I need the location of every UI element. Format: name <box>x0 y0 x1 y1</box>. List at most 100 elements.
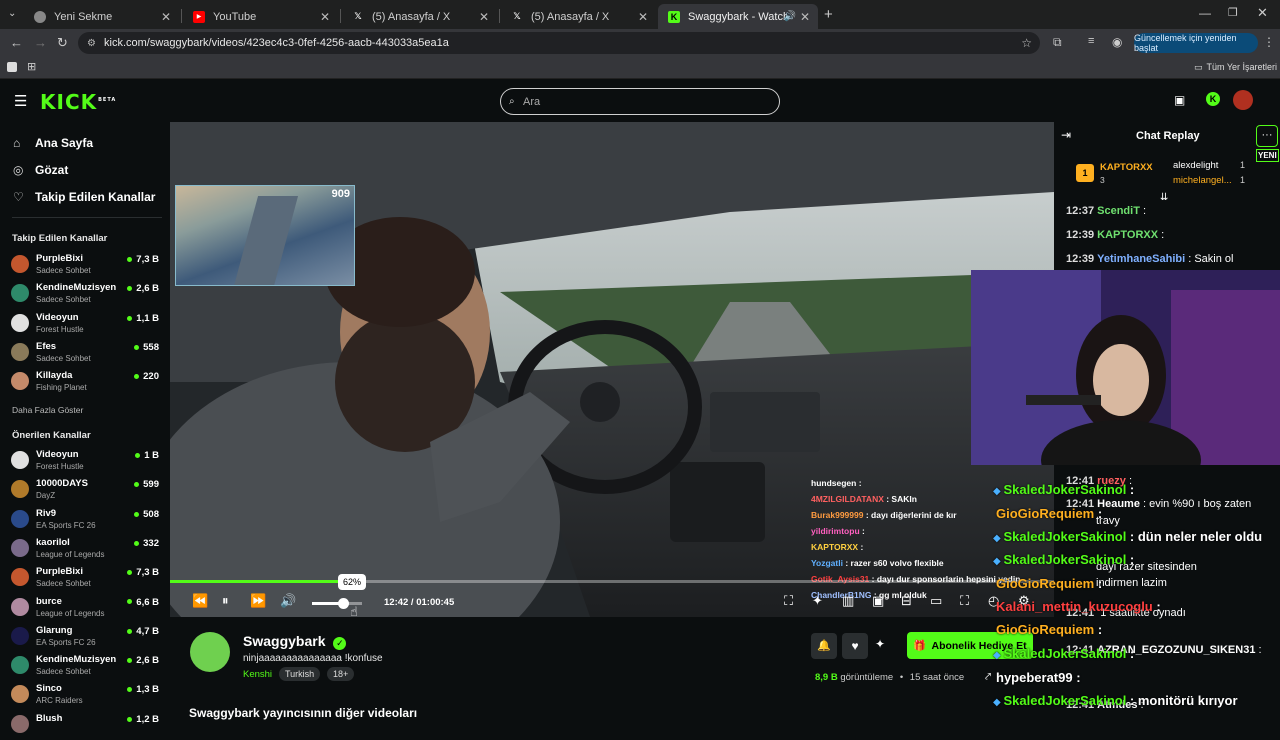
overlay-big-text: : <box>1097 506 1103 521</box>
store-icon[interactable]: ▣ <box>1174 93 1185 107</box>
channel-row[interactable]: KendineMuzisyen Sadece Sohbet 2,6 B <box>11 653 163 681</box>
follow-heart-button[interactable]: ♥ <box>842 633 868 659</box>
viewer-count: 599 <box>134 479 159 490</box>
extensions-icon[interactable]: ⧉ <box>1053 35 1062 50</box>
channel-row[interactable]: burce League of Legends 6,6 B <box>11 595 163 623</box>
site-info-icon[interactable]: ⚙ <box>87 38 96 49</box>
rewind-icon[interactable]: ⏪ <box>192 593 208 609</box>
forward-icon[interactable]: → <box>34 35 47 50</box>
channel-row[interactable]: Blush 1,2 B <box>11 712 163 740</box>
url-input[interactable]: ⚙ kick.com/swaggybark/videos/423ec4c3-0f… <box>78 32 1040 54</box>
chat-message: 12:39 KAPTORXX : <box>1066 229 1164 241</box>
chat-username[interactable]: ScendiT <box>1097 205 1140 217</box>
sparkle-icon[interactable]: ✦ <box>812 593 823 609</box>
compass-icon: ◎ <box>13 163 24 177</box>
channel-row[interactable]: Killayda Fishing Planet 220 <box>11 369 163 397</box>
tag-turkish[interactable]: Turkish <box>279 667 321 681</box>
new-tab-button[interactable]: + <box>824 6 833 23</box>
close-icon[interactable]: ✕ <box>320 10 330 24</box>
chrome-icon <box>34 10 46 23</box>
top-gifter-1[interactable]: KAPTORXX <box>1100 162 1153 173</box>
player-controls: ⏪ ⏸ ⏩ 🔊 12:42 / 01:00:45 ⛶ ✦ ▥ ▣ ⊟ ▭ ⛶ ◴… <box>170 575 1054 617</box>
close-window-button[interactable]: ✕ <box>1257 5 1268 21</box>
profile-icon[interactable]: ◉ <box>1112 35 1122 49</box>
close-icon[interactable]: ✕ <box>638 10 648 24</box>
fullscreen-icon[interactable]: ⛶ <box>960 593 969 609</box>
hamburger-menu-icon[interactable]: ☰ <box>14 92 27 110</box>
media-icon[interactable]: ≡ <box>1088 35 1094 47</box>
channel-row[interactable]: Riv9 EA Sports FC 26 508 <box>11 507 163 535</box>
volume-knob[interactable] <box>338 598 349 609</box>
nav-browse[interactable]: ◎ Gözat <box>13 163 68 177</box>
overlay-big-user: SkaledJokerSakinol <box>1003 552 1130 567</box>
pip-icon[interactable]: ▣ <box>872 593 884 609</box>
all-bookmarks[interactable]: ▭ Tüm Yer İşaretleri <box>1194 62 1277 73</box>
notify-bell-button[interactable]: 🔔 <box>811 633 837 659</box>
menu-icon[interactable]: ⋮ <box>1263 35 1275 49</box>
channel-row[interactable]: 10000DAYS DayZ 599 <box>11 477 163 505</box>
user-avatar[interactable] <box>1233 90 1253 110</box>
show-more-link[interactable]: Daha Fazla Göster <box>12 405 83 415</box>
minimize-button[interactable]: — <box>1199 6 1211 20</box>
restore-button[interactable]: ❐ <box>1228 6 1238 19</box>
progress-fill <box>170 580 357 583</box>
reload-icon[interactable]: ↻ <box>57 35 68 51</box>
channel-row[interactable]: Videoyun Forest Hustle 1 B <box>11 448 163 476</box>
tab-new[interactable]: Yeni Sekme ✕ <box>24 4 179 29</box>
close-icon[interactable]: ✕ <box>800 10 810 24</box>
chat-menu-button[interactable]: ··· <box>1256 125 1278 147</box>
channel-row[interactable]: Videoyun Forest Hustle 1,1 B <box>11 311 163 339</box>
overlay-chat-message: hundsegen : <box>811 478 862 488</box>
stats-icon[interactable]: ▥ <box>842 593 854 609</box>
chat-username[interactable]: Heaume <box>1097 498 1140 510</box>
miniplayer-icon[interactable]: ⊟ <box>901 593 912 609</box>
kick-logo[interactable]: KICKBETA <box>40 90 116 114</box>
tab-x-2[interactable]: 𝕏 (5) Anasayfa / X ✕ <box>501 4 656 29</box>
speaker-icon[interactable]: 🔊 <box>784 11 796 22</box>
fast-forward-icon[interactable]: ⏩ <box>250 593 266 609</box>
update-restart-button[interactable]: Güncellemek için yeniden başlat <box>1134 33 1258 53</box>
tab-icon[interactable] <box>7 62 17 72</box>
channel-name[interactable]: Swaggybark ✓ <box>243 633 347 650</box>
category-link[interactable]: Kenshi <box>243 669 272 680</box>
channel-name: Videoyun <box>36 311 79 323</box>
channel-row[interactable]: Sinco ARC Raiders 1,3 B <box>11 682 163 710</box>
nav-home[interactable]: ⌂ Ana Sayfa <box>13 136 93 150</box>
kick-icon: K <box>668 10 680 23</box>
kick-coin-icon[interactable]: K <box>1206 92 1220 106</box>
tag-18plus[interactable]: 18+ <box>327 667 355 681</box>
top-gifter-3[interactable]: michelangel... <box>1173 175 1232 186</box>
nav-following[interactable]: ♡ Takip Edilen Kanallar <box>13 190 155 204</box>
channel-row[interactable]: Efes Sadece Sohbet 558 <box>11 340 163 368</box>
back-icon[interactable]: ← <box>10 35 23 50</box>
sparkle-button[interactable]: ✦ <box>875 637 885 651</box>
tab-search-icon[interactable]: ⌄ <box>8 8 16 19</box>
chat-username[interactable]: KAPTORXX <box>1097 229 1158 241</box>
channel-row[interactable]: Glarung EA Sports FC 26 4,7 B <box>11 624 163 652</box>
channel-row[interactable]: PurpleBixi Sadece Sohbet 7,3 B <box>11 565 163 593</box>
channel-category: Sadece Sohbet <box>36 579 91 589</box>
tab-youtube[interactable]: ▶ YouTube ✕ <box>183 4 338 29</box>
channel-row[interactable]: PurpleBixi Sadece Sohbet 7,3 B <box>11 252 163 280</box>
pause-icon[interactable]: ⏸ <box>222 593 229 609</box>
theater-icon[interactable]: ▭ <box>930 593 942 609</box>
clip-icon[interactable]: ⛶ <box>784 593 793 609</box>
tab-x-1[interactable]: 𝕏 (5) Anasayfa / X ✕ <box>342 4 497 29</box>
chat-username[interactable]: YetimhaneSahibi <box>1097 253 1185 265</box>
tab-kick[interactable]: K Swaggybark - Watch the VO 🔊 ✕ <box>658 4 818 29</box>
channel-avatar[interactable] <box>190 632 230 672</box>
close-icon[interactable]: ✕ <box>161 10 171 24</box>
channel-row[interactable]: KendineMuzisyen Sadece Sohbet 2,6 B <box>11 281 163 309</box>
chat-message: 12:37 ScendiT : <box>1066 205 1146 217</box>
share-icon[interactable]: ⤤ <box>985 671 991 684</box>
volume-icon[interactable]: 🔊 <box>280 593 296 609</box>
bookmark-star-icon[interactable]: ☆ <box>1021 36 1032 50</box>
search-input[interactable]: ⌕ Ara <box>500 88 780 115</box>
progress-bar[interactable] <box>170 580 1054 583</box>
top-gifter-2[interactable]: alexdelight <box>1173 160 1218 171</box>
collapse-chat-icon[interactable]: ⇥ <box>1061 128 1071 142</box>
close-icon[interactable]: ✕ <box>479 10 489 24</box>
channel-row[interactable]: kaorilol League of Legends 332 <box>11 536 163 564</box>
apps-grid-icon[interactable]: ⊞ <box>27 60 36 73</box>
nav-label: Ana Sayfa <box>35 136 94 150</box>
